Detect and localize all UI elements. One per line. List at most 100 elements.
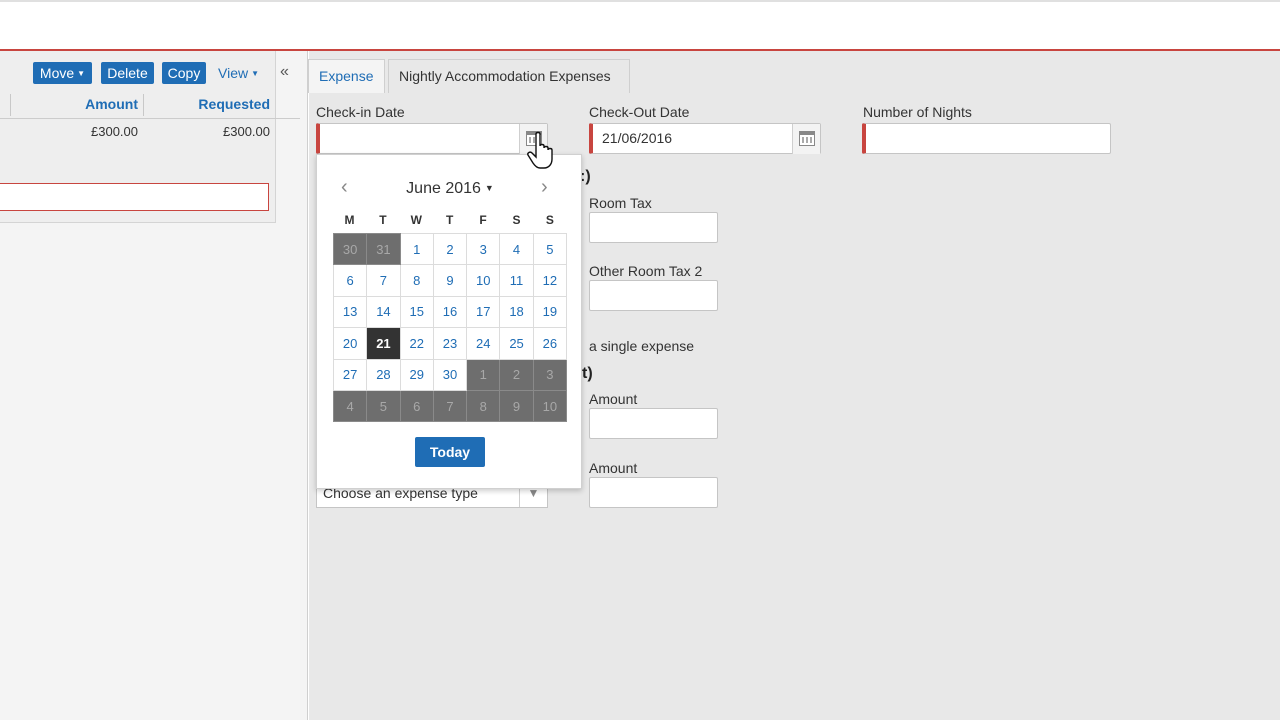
calendar-day[interactable]: 8 bbox=[399, 264, 434, 297]
calendar-day[interactable]: 10 bbox=[466, 264, 501, 297]
other-room-tax-2-input[interactable] bbox=[589, 280, 718, 311]
tab-expense[interactable]: Expense bbox=[308, 59, 385, 93]
calendar-day[interactable]: 5 bbox=[532, 232, 568, 266]
calendar-day[interactable]: 18 bbox=[499, 295, 534, 329]
checkin-date-label: Check-in Date bbox=[316, 104, 405, 120]
amount-input-1[interactable] bbox=[589, 408, 718, 439]
calendar-day[interactable]: 27 bbox=[332, 358, 368, 391]
checkout-date-label: Check-Out Date bbox=[589, 104, 690, 120]
room-tax-input[interactable] bbox=[589, 212, 718, 243]
weekday-header: T bbox=[379, 213, 387, 227]
date-picker-popup: ‹ June 2016 ▼ › M T W T F S S 30 31 1 2 3… bbox=[316, 154, 582, 489]
calendar-week: 6 7 8 9 10 11 12 bbox=[332, 264, 568, 297]
calendar-week: 27 28 29 30 1 2 3 bbox=[332, 358, 568, 391]
required-field-box[interactable] bbox=[0, 183, 269, 211]
move-label: Move bbox=[39, 65, 75, 81]
delete-button[interactable]: Delete bbox=[101, 62, 154, 84]
tab-nightly-accommodation[interactable]: Nightly Accommodation Expenses bbox=[388, 59, 630, 93]
calendar-icon bbox=[799, 131, 815, 146]
calendar-day[interactable]: 1 bbox=[466, 358, 501, 391]
caret-down-icon: ▼ bbox=[77, 69, 86, 78]
number-of-nights-label: Number of Nights bbox=[863, 104, 972, 120]
calendar-week: 20 21 22 23 24 25 26 bbox=[332, 327, 568, 360]
calendar-day[interactable]: 7 bbox=[432, 389, 468, 423]
column-separator bbox=[10, 94, 11, 116]
checkout-calendar-button[interactable] bbox=[792, 124, 820, 154]
header-divider bbox=[0, 118, 300, 119]
calendar-day[interactable]: 11 bbox=[499, 264, 534, 297]
calendar-week: 13 14 15 16 17 18 19 bbox=[332, 295, 568, 329]
caret-down-icon: ▼ bbox=[251, 69, 260, 78]
today-button[interactable]: Today bbox=[415, 437, 485, 467]
calendar-day[interactable]: 5 bbox=[366, 389, 401, 423]
calendar-day[interactable]: 31 bbox=[366, 232, 401, 266]
calendar-day[interactable]: 3 bbox=[532, 358, 568, 391]
amount-input-2[interactable] bbox=[589, 477, 718, 508]
calendar-day[interactable]: 1 bbox=[399, 232, 434, 266]
caret-down-icon: ▼ bbox=[484, 183, 494, 193]
calendar-week: 4 5 6 7 8 9 10 bbox=[332, 389, 568, 423]
amount-label-1: Amount bbox=[589, 391, 638, 407]
column-header-requested[interactable]: Requested bbox=[150, 92, 270, 118]
calendar-day[interactable]: 14 bbox=[366, 295, 401, 329]
calendar-day[interactable]: 6 bbox=[332, 264, 368, 297]
top-bar bbox=[0, 0, 1280, 50]
row-amount-cell: £300.00 bbox=[91, 124, 138, 139]
calendar-day[interactable]: 24 bbox=[466, 327, 501, 360]
calendar-day[interactable]: 16 bbox=[432, 295, 468, 329]
calendar-day[interactable]: 10 bbox=[532, 389, 568, 423]
calendar-day[interactable]: 28 bbox=[366, 358, 401, 391]
number-of-nights-input[interactable] bbox=[862, 123, 1111, 154]
calendar-day[interactable]: 30 bbox=[332, 232, 368, 266]
calendar-day[interactable]: 23 bbox=[432, 327, 468, 360]
calendar-day[interactable]: 26 bbox=[532, 327, 568, 360]
weekday-header: S bbox=[512, 213, 521, 227]
partial-heading-fragment: t) bbox=[582, 365, 593, 382]
weekday-header: T bbox=[446, 213, 454, 227]
calendar-day[interactable]: 22 bbox=[399, 327, 434, 360]
weekday-header: M bbox=[344, 213, 355, 227]
calendar-day[interactable]: 17 bbox=[466, 295, 501, 329]
calendar-day[interactable]: 4 bbox=[332, 389, 368, 423]
checkin-date-input[interactable] bbox=[316, 123, 548, 154]
month-year-label: June 2016 bbox=[406, 180, 481, 197]
calendar-day[interactable]: 12 bbox=[532, 264, 568, 297]
weekday-header: S bbox=[545, 213, 554, 227]
column-header-amount[interactable]: Amount bbox=[40, 92, 138, 118]
calendar-day[interactable]: 8 bbox=[466, 389, 501, 423]
copy-button[interactable]: Copy bbox=[162, 62, 206, 84]
calendar-grid: 30 31 1 2 3 4 5 6 7 8 9 10 11 12 13 14 1… bbox=[332, 232, 568, 423]
calendar-day[interactable]: 3 bbox=[466, 232, 501, 266]
hand-cursor-icon bbox=[527, 131, 553, 169]
single-expense-text: a single expense bbox=[589, 338, 695, 354]
other-room-tax-2-label: Other Room Tax 2 bbox=[589, 263, 703, 279]
calendar-day[interactable]: 15 bbox=[399, 295, 434, 329]
calendar-day[interactable]: 2 bbox=[499, 358, 534, 391]
calendar-day[interactable]: 13 bbox=[332, 295, 368, 329]
weekday-header: F bbox=[479, 213, 487, 227]
checkout-date-input[interactable]: 21/06/2016 bbox=[589, 123, 821, 154]
calendar-day-selected[interactable]: 21 bbox=[366, 327, 401, 360]
calendar-week: 30 31 1 2 3 4 5 bbox=[332, 232, 568, 266]
calendar-day[interactable]: 29 bbox=[399, 358, 434, 391]
room-tax-label: Room Tax bbox=[589, 195, 652, 211]
calendar-day[interactable]: 4 bbox=[499, 232, 534, 266]
move-button[interactable]: Move ▼ bbox=[33, 62, 92, 84]
calendar-day[interactable]: 30 bbox=[432, 358, 468, 391]
view-menu-button[interactable]: View ▼ bbox=[218, 62, 259, 84]
amount-label-2: Amount bbox=[589, 460, 638, 476]
calendar-day[interactable]: 6 bbox=[399, 389, 434, 423]
calendar-day[interactable]: 20 bbox=[332, 327, 368, 360]
calendar-day[interactable]: 19 bbox=[532, 295, 568, 329]
calendar-day[interactable]: 7 bbox=[366, 264, 401, 297]
view-label: View bbox=[218, 65, 249, 81]
calendar-day[interactable]: 25 bbox=[499, 327, 534, 360]
calendar-day[interactable]: 9 bbox=[499, 389, 534, 423]
calendar-day[interactable]: 9 bbox=[432, 264, 468, 297]
column-separator bbox=[143, 94, 144, 116]
weekday-header: W bbox=[410, 213, 422, 227]
collapse-panel-icon[interactable]: « bbox=[280, 62, 289, 82]
next-month-icon[interactable]: › bbox=[541, 177, 548, 197]
calendar-day[interactable]: 2 bbox=[432, 232, 468, 266]
row-requested-cell: £300.00 bbox=[223, 124, 270, 139]
